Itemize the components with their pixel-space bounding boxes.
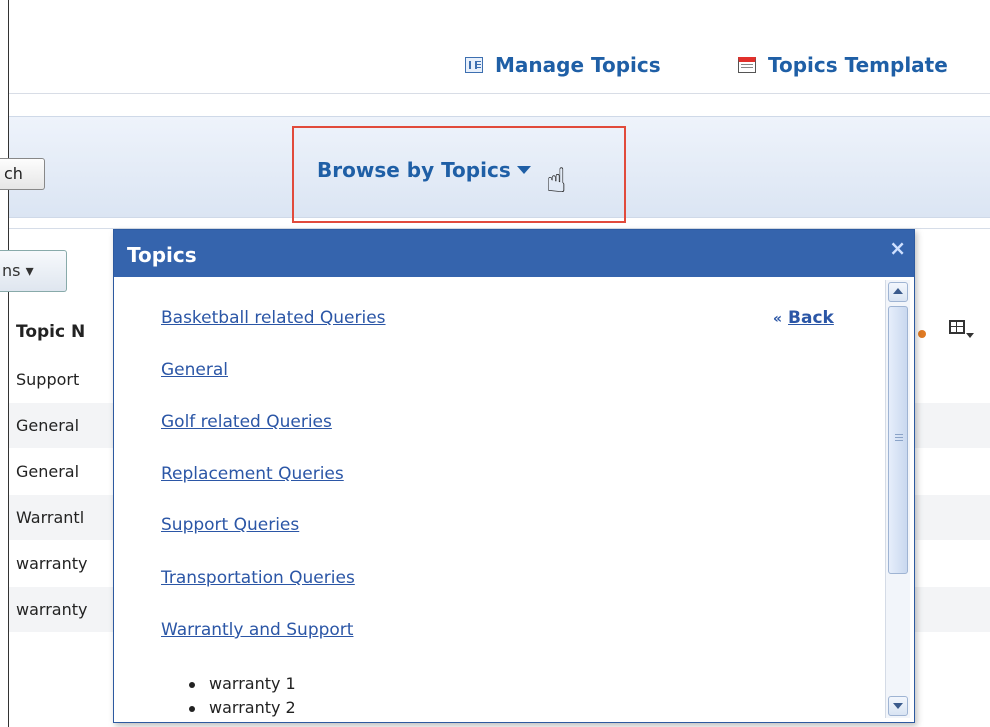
topics-templates-link[interactable]: Topics Template [738,53,948,77]
actions-label: ns [2,261,21,280]
popup-scrollbar[interactable] [885,280,910,718]
scroll-thumb[interactable] [888,306,908,574]
back-label: Back [788,308,834,328]
scroll-grip-icon [895,434,903,435]
topic-link[interactable]: General [161,360,228,380]
popup-header: Topics × [114,230,914,277]
topics-templates-label: Topics Template [768,53,948,77]
back-arrow-icon: « [773,311,783,327]
topic-link[interactable]: Golf related Queries [161,412,332,432]
chevron-down-icon [516,166,531,174]
subtopic-item: warranty 2 [189,698,296,717]
grid-icon[interactable] [949,320,965,334]
topic-link[interactable]: Transportation Queries [161,568,355,588]
topics-popup: Topics × Basketball related Queries Gene… [113,229,915,723]
hand-cursor-icon: ☝ [546,161,567,201]
topic-link[interactable]: Replacement Queries [161,464,344,484]
topic-link[interactable]: Warrantly and Support [161,620,353,640]
manage-topics-link[interactable]: Manage Topics [465,53,661,77]
list-icon [465,57,483,73]
topic-link[interactable]: Support Queries [161,515,299,535]
browse-by-topics-button[interactable]: Browse by Topics [317,158,531,182]
close-icon[interactable]: × [889,236,906,260]
actions-button[interactable]: ns ▾ [0,250,67,292]
scroll-up-icon[interactable] [888,282,908,302]
back-link[interactable]: « Back [773,308,834,328]
subtopic-item: warranty 1 [189,674,296,693]
topic-link[interactable]: Basketball related Queries [161,308,386,328]
edit-icon[interactable] [918,330,926,338]
column-header-topic-name[interactable]: Topic N [16,322,85,342]
search-button[interactable]: ch [0,158,45,190]
grid-caret-icon[interactable] [966,333,974,338]
template-icon [738,57,756,73]
browse-by-topics-label: Browse by Topics [317,158,511,182]
manage-topics-label: Manage Topics [495,53,661,77]
popup-title: Topics [127,243,197,267]
header-divider [9,93,990,94]
scroll-down-icon[interactable] [888,696,908,716]
